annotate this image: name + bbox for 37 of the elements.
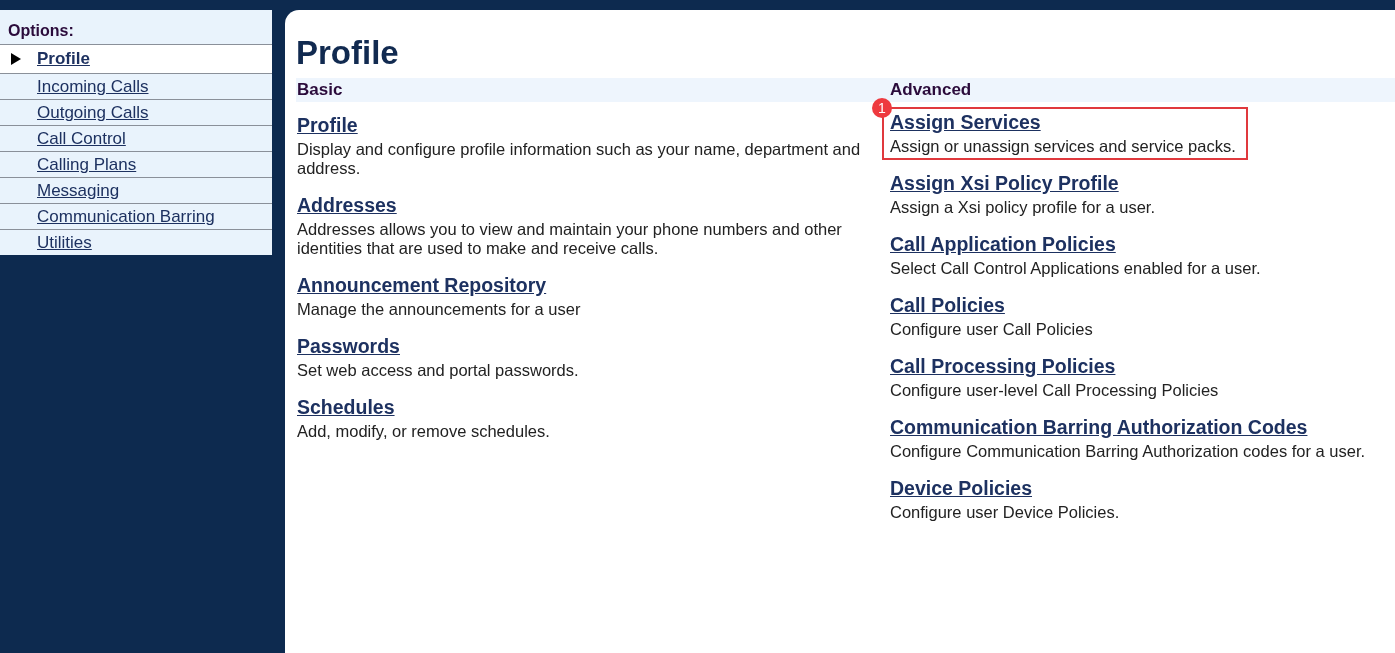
- item-link[interactable]: Call Policies: [890, 294, 1005, 317]
- item-link[interactable]: Schedules: [297, 396, 395, 419]
- sidebar-item[interactable]: Outgoing Calls: [0, 100, 272, 126]
- page-title: Profile: [296, 34, 400, 72]
- step-badge: 1: [872, 98, 892, 118]
- item-description: Addresses allows you to view and maintain your phone numbers and other identities that are used to make and receive calls.: [297, 220, 843, 258]
- item-link[interactable]: Call Processing Policies: [890, 355, 1116, 378]
- item-description: Configure user Device Policies.: [890, 503, 1121, 522]
- item-description: Configure user-level Call Processing Policies: [890, 381, 1220, 400]
- sidebar-item[interactable]: Utilities: [0, 230, 272, 255]
- item-description: Configure user Call Policies: [890, 320, 1094, 339]
- item-link[interactable]: Passwords: [297, 335, 400, 358]
- item-link[interactable]: Call Application Policies: [890, 233, 1116, 256]
- item-link[interactable]: Device Policies: [890, 477, 1032, 500]
- item-description: Select Call Control Applications enabled for a user.: [890, 259, 1262, 278]
- sidebar-item[interactable]: Calling Plans: [0, 152, 272, 178]
- item-link[interactable]: Profile: [297, 114, 358, 137]
- sidebar-item[interactable]: Communication Barring: [0, 204, 272, 230]
- pointer-icon: [11, 53, 21, 65]
- item-description: Assign a Xsi policy profile for a user.: [890, 198, 1157, 217]
- item-link[interactable]: Addresses: [297, 194, 397, 217]
- item-description: Assign or unassign services and service packs.: [890, 137, 1237, 156]
- section-header: Basic: [296, 78, 890, 102]
- section-header: Advanced: [890, 78, 1395, 102]
- item-description: Configure Communication Barring Authorization codes for a user.: [890, 442, 1367, 461]
- item-link[interactable]: Communication Barring Authorization Codes: [890, 416, 1308, 439]
- sidebar-item[interactable]: Call Control: [0, 126, 272, 152]
- sidebar-item[interactable]: Incoming Calls: [0, 74, 272, 100]
- item-link[interactable]: Announcement Repository: [297, 274, 547, 297]
- item-description: Set web access and portal passwords.: [297, 361, 580, 380]
- item-link[interactable]: Assign Services: [890, 111, 1041, 134]
- item-link[interactable]: Assign Xsi Policy Profile: [890, 172, 1119, 195]
- sidebar-item[interactable]: Messaging: [0, 178, 272, 204]
- item-description: Display and configure profile information such as your name, department and address.: [297, 140, 862, 178]
- item-description: Manage the announcements for a user: [297, 300, 582, 319]
- sidebar-item[interactable]: Profile: [0, 45, 272, 74]
- item-description: Add, modify, or remove schedules.: [297, 422, 551, 441]
